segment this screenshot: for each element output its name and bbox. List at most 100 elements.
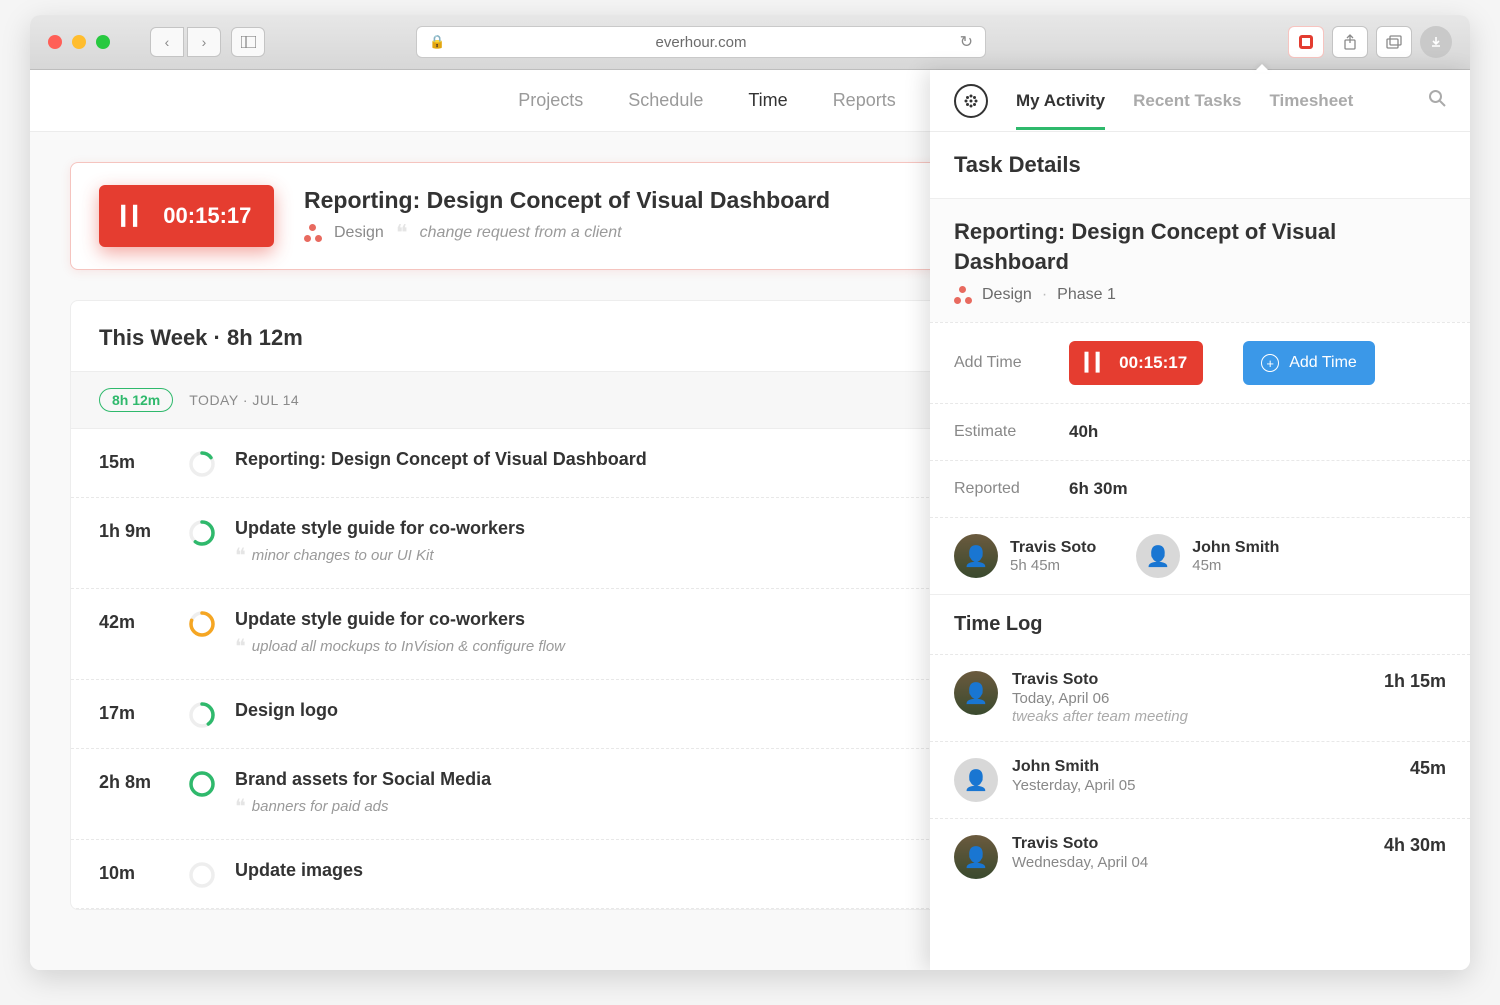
log-name: Travis Soto	[1012, 671, 1370, 689]
minimize-window-icon[interactable]	[72, 35, 86, 49]
addtime-label: Add Time	[954, 354, 1029, 372]
avatar: 👤	[1136, 534, 1180, 578]
log-date: Wednesday, April 04	[1012, 854, 1370, 871]
day-total-pill: 8h 12m	[99, 388, 173, 412]
tab-recent-tasks[interactable]: Recent Tasks	[1133, 73, 1241, 129]
tabs-icon[interactable]	[1376, 26, 1412, 58]
estimate-label: Estimate	[954, 423, 1029, 441]
back-button[interactable]: ‹	[150, 27, 184, 57]
timer-elapsed: 00:15:17	[163, 203, 251, 229]
avatar: 👤	[954, 534, 998, 578]
url-text: everhour.com	[656, 34, 747, 51]
entry-duration: 42m	[99, 612, 169, 633]
nav-reports[interactable]: Reports	[833, 90, 896, 111]
pause-icon: ▎▎	[122, 206, 146, 227]
reload-icon[interactable]: ↻	[960, 32, 973, 52]
reported-label: Reported	[954, 480, 1029, 498]
entry-note: banners for paid ads	[252, 798, 389, 815]
log-entry[interactable]: 👤 Travis Soto Wednesday, April 04 4h 30m	[930, 818, 1470, 895]
progress-ring-icon	[189, 862, 215, 888]
progress-ring-icon	[189, 520, 215, 546]
entry-duration: 2h 8m	[99, 772, 169, 793]
search-icon[interactable]	[1428, 89, 1446, 113]
quote-icon: ❝	[396, 220, 408, 246]
detail-phase: Phase 1	[1057, 286, 1116, 304]
quote-icon: ❝	[235, 634, 246, 659]
avatar: 👤	[954, 835, 998, 879]
avatar: 👤	[954, 671, 998, 715]
person-name: Travis Soto	[1010, 539, 1096, 557]
quote-icon: ❝	[235, 794, 246, 819]
progress-ring-icon	[189, 611, 215, 637]
close-window-icon[interactable]	[48, 35, 62, 49]
estimate-row: Estimate 40h	[930, 403, 1470, 460]
people-row: 👤 Travis Soto 5h 45m 👤 John Smith 45m	[930, 517, 1470, 594]
log-name: Travis Soto	[1012, 835, 1370, 853]
timer-note: change request from a client	[420, 224, 622, 242]
maximize-window-icon[interactable]	[96, 35, 110, 49]
task-details-panel: My Activity Recent Tasks Timesheet Task …	[930, 70, 1470, 970]
lock-icon: 🔒	[429, 34, 445, 50]
progress-ring-icon	[189, 451, 215, 477]
person: 👤 Travis Soto 5h 45m	[954, 534, 1096, 578]
nav-schedule[interactable]: Schedule	[628, 90, 703, 111]
log-duration: 1h 15m	[1384, 671, 1446, 692]
pause-icon: ▎▎	[1085, 353, 1107, 373]
log-date: Yesterday, April 05	[1012, 777, 1396, 794]
browser-chrome: ‹ › 🔒 everhour.com ↻	[30, 15, 1470, 70]
tab-my-activity[interactable]: My Activity	[1016, 73, 1105, 129]
detail-project: Design	[982, 286, 1032, 304]
nav-time[interactable]: Time	[748, 90, 787, 111]
section-title: Task Details	[930, 132, 1470, 198]
reported-value: 6h 30m	[1069, 479, 1128, 499]
entry-duration: 17m	[99, 703, 169, 724]
log-duration: 4h 30m	[1384, 835, 1446, 856]
progress-ring-icon	[189, 702, 215, 728]
everhour-logo-icon[interactable]	[954, 84, 988, 118]
traffic-lights	[48, 35, 110, 49]
entry-duration: 15m	[99, 452, 169, 473]
quote-icon: ❝	[235, 543, 246, 568]
task-detail-block: Reporting: Design Concept of Visual Dash…	[930, 199, 1470, 322]
log-duration: 45m	[1410, 758, 1446, 779]
add-time-row: Add Time ▎▎ 00:15:17 + Add Time	[930, 322, 1470, 403]
sidebar-toggle-icon[interactable]	[231, 27, 265, 57]
reported-row: Reported 6h 30m	[930, 460, 1470, 517]
log-entry[interactable]: 👤 John Smith Yesterday, April 05 45m	[930, 741, 1470, 818]
download-icon[interactable]	[1420, 26, 1452, 58]
log-entry[interactable]: 👤 Travis Soto Today, April 06 tweaks aft…	[930, 654, 1470, 741]
progress-ring-icon	[189, 771, 215, 797]
share-icon[interactable]	[1332, 26, 1368, 58]
day-label: TODAY · JUL 14	[189, 392, 299, 408]
log-note: tweaks after team meeting	[1012, 708, 1370, 725]
timer-project: Design	[334, 224, 384, 242]
timelog-header: Time Log	[930, 594, 1470, 654]
forward-button[interactable]: ›	[187, 27, 221, 57]
person-name: John Smith	[1192, 539, 1279, 557]
timer-pause-button[interactable]: ▎▎ 00:15:17	[99, 185, 274, 247]
estimate-value: 40h	[1069, 422, 1098, 442]
avatar: 👤	[954, 758, 998, 802]
add-time-button[interactable]: + Add Time	[1243, 341, 1375, 385]
plus-icon: +	[1261, 354, 1279, 372]
entry-note: minor changes to our UI Kit	[252, 547, 434, 564]
asana-icon	[954, 286, 972, 304]
add-time-button-label: Add Time	[1289, 354, 1357, 372]
log-date: Today, April 06	[1012, 690, 1370, 707]
url-bar[interactable]: 🔒 everhour.com ↻	[416, 26, 986, 58]
log-name: John Smith	[1012, 758, 1396, 776]
panel-timer-button[interactable]: ▎▎ 00:15:17	[1069, 341, 1203, 385]
entry-duration: 1h 9m	[99, 521, 169, 542]
nav-projects[interactable]: Projects	[518, 90, 583, 111]
person-time: 45m	[1192, 557, 1279, 574]
record-extension-icon[interactable]	[1288, 26, 1324, 58]
detail-task-title: Reporting: Design Concept of Visual Dash…	[954, 217, 1446, 276]
timer-task-title: Reporting: Design Concept of Visual Dash…	[304, 187, 830, 214]
entry-note: upload all mockups to InVision & configu…	[252, 638, 565, 655]
entry-duration: 10m	[99, 863, 169, 884]
person-time: 5h 45m	[1010, 557, 1096, 574]
tab-timesheet[interactable]: Timesheet	[1269, 73, 1353, 129]
panel-caret-icon	[1254, 64, 1270, 72]
person: 👤 John Smith 45m	[1136, 534, 1279, 578]
panel-timer-time: 00:15:17	[1119, 353, 1187, 373]
